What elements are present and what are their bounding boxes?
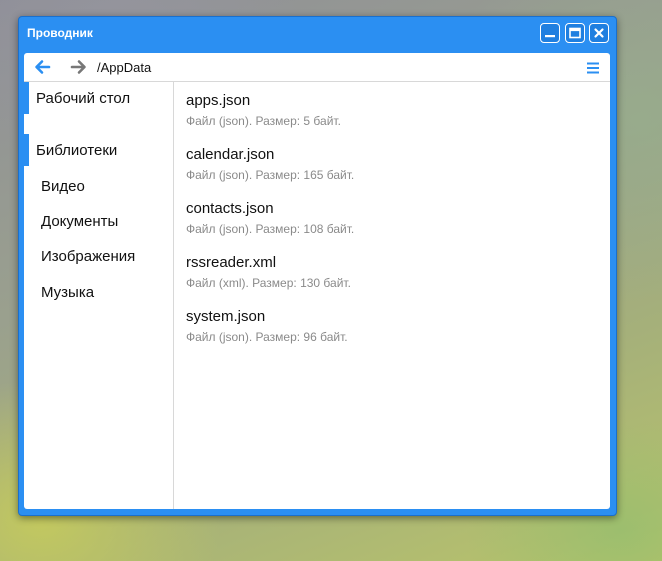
sidebar-item-images[interactable]: Изображения (24, 240, 173, 272)
file-item-apps-json[interactable]: apps.json Файл (json). Размер: 5 байт. (186, 92, 586, 138)
file-meta: Файл (json). Размер: 96 байт. (186, 330, 348, 344)
close-button[interactable] (589, 23, 609, 43)
file-name: system.json (186, 308, 266, 325)
file-meta: Файл (json). Размер: 165 байт. (186, 168, 355, 182)
sidebar-item-label: Музыка (41, 284, 95, 301)
file-list: apps.json Файл (json). Размер: 5 байт. c… (174, 82, 610, 509)
sidebar-item-label: Библиотеки (36, 142, 118, 159)
file-item-contacts-json[interactable]: contacts.json Файл (json). Размер: 108 б… (186, 200, 586, 246)
sidebar-item-desktop[interactable]: Рабочий стол (24, 82, 173, 114)
sidebar-item-music[interactable]: Музыка (24, 276, 173, 308)
file-name: apps.json (186, 92, 251, 109)
file-item-system-json[interactable]: system.json Файл (json). Размер: 96 байт… (186, 308, 586, 354)
arrow-right-icon (70, 60, 86, 74)
sidebar-item-video[interactable]: Видео (24, 170, 173, 202)
back-button[interactable] (33, 58, 53, 76)
maximize-icon (569, 27, 581, 39)
close-icon (594, 28, 604, 38)
file-item-rssreader-xml[interactable]: rssreader.xml Файл (xml). Размер: 130 ба… (186, 254, 586, 300)
hamburger-menu-icon (587, 62, 599, 74)
title-bar[interactable]: Проводник (19, 17, 616, 49)
maximize-button[interactable] (565, 23, 585, 43)
forward-button[interactable] (68, 58, 88, 76)
arrow-left-icon (35, 60, 51, 74)
file-meta: Файл (json). Размер: 108 байт. (186, 222, 355, 236)
sidebar-item-label: Рабочий стол (36, 90, 131, 107)
sidebar-item-label: Документы (41, 213, 119, 230)
file-meta: Файл (json). Размер: 5 байт. (186, 114, 341, 128)
file-item-calendar-json[interactable]: calendar.json Файл (json). Размер: 165 б… (186, 146, 586, 192)
minimize-icon (545, 35, 555, 38)
explorer-window: Проводник /AppData Рабочий стол Библиоте… (18, 16, 617, 516)
sidebar-item-documents[interactable]: Документы (24, 205, 173, 237)
menu-button[interactable] (586, 61, 600, 74)
file-name: rssreader.xml (186, 254, 277, 271)
current-path: /AppData (97, 60, 152, 75)
active-marker (24, 82, 29, 114)
window-title: Проводник (27, 26, 93, 40)
active-marker (24, 134, 29, 166)
sidebar: Рабочий стол Библиотеки Видео Документы … (24, 82, 174, 509)
sidebar-item-libraries[interactable]: Библиотеки (24, 134, 173, 166)
sidebar-item-label: Видео (41, 178, 85, 195)
minimize-button[interactable] (540, 23, 560, 43)
file-meta: Файл (xml). Размер: 130 байт. (186, 276, 351, 290)
sidebar-item-label: Изображения (41, 248, 136, 265)
file-name: calendar.json (186, 146, 275, 163)
window-content: /AppData Рабочий стол Библиотеки Видео Д… (24, 53, 610, 509)
file-name: contacts.json (186, 200, 274, 217)
navigation-toolbar: /AppData (24, 53, 610, 82)
